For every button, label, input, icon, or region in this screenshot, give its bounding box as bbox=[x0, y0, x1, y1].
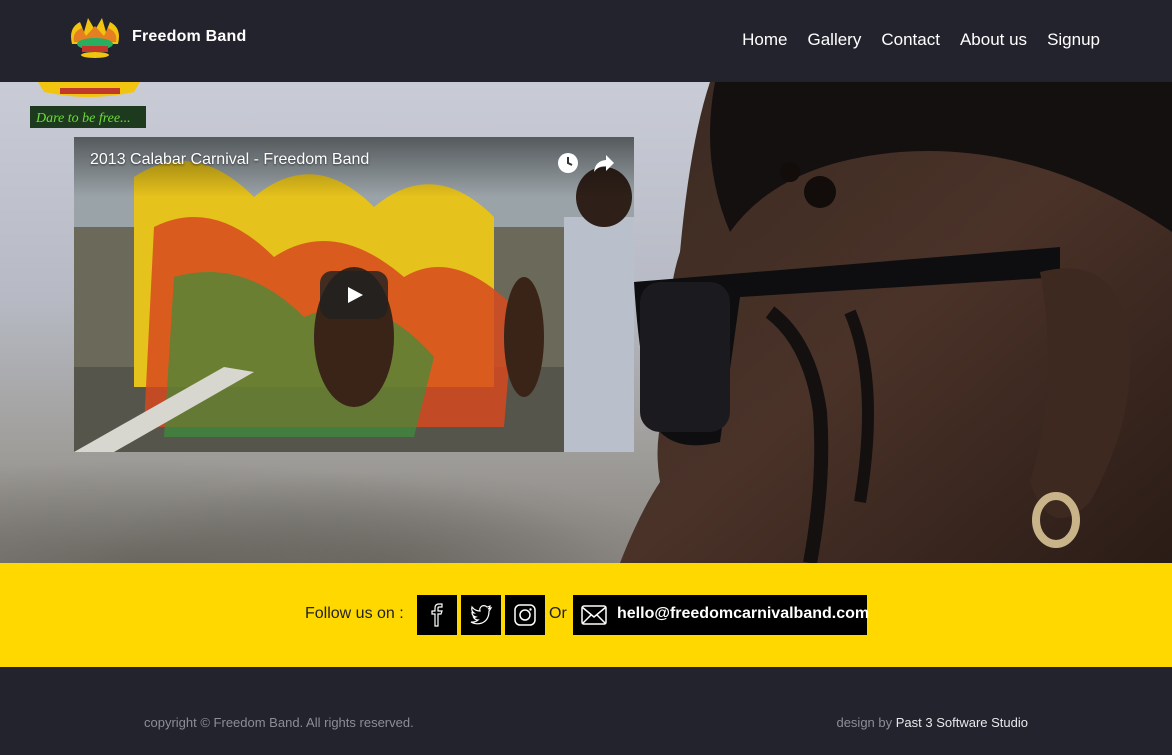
mail-icon bbox=[581, 605, 607, 625]
hero-background-trees bbox=[0, 443, 700, 563]
nav-gallery[interactable]: Gallery bbox=[808, 30, 862, 50]
nav-home[interactable]: Home bbox=[742, 30, 787, 50]
design-credit: design by Past 3 Software Studio bbox=[836, 715, 1028, 730]
social-bar: Follow us on : Or hello@freedomcarnivalb… bbox=[0, 563, 1172, 667]
instagram-button[interactable] bbox=[505, 595, 545, 635]
badge-tagline: Dare to be free... bbox=[35, 111, 131, 126]
site-footer: copyright © Freedom Band. All rights res… bbox=[0, 667, 1172, 755]
main-nav: Home Gallery Contact About us Signup bbox=[742, 30, 1100, 50]
facebook-button[interactable] bbox=[417, 595, 457, 635]
nav-contact[interactable]: Contact bbox=[881, 30, 940, 50]
or-label: Or bbox=[549, 605, 567, 622]
design-prefix: design by bbox=[836, 715, 893, 730]
site-header: Freedom Band Home Gallery Contact About … bbox=[0, 0, 1172, 82]
twitter-button[interactable] bbox=[461, 595, 501, 635]
freedom-band-logo[interactable] bbox=[64, 14, 126, 60]
video-title[interactable]: 2013 Calabar Carnival - Freedom Band bbox=[90, 151, 369, 169]
carnival-badge-logo: Dare to be free... bbox=[30, 82, 146, 128]
play-button[interactable] bbox=[320, 271, 388, 319]
nav-signup[interactable]: Signup bbox=[1047, 30, 1100, 50]
hero-portrait-image bbox=[620, 82, 1172, 563]
designer-link[interactable]: Past 3 Software Studio bbox=[896, 715, 1028, 730]
email-address: hello@freedomcarnivalband.com bbox=[617, 605, 870, 622]
share-icon[interactable] bbox=[592, 151, 616, 175]
follow-label: Follow us on : bbox=[305, 605, 404, 622]
instagram-icon bbox=[514, 604, 536, 626]
nav-about-us[interactable]: About us bbox=[960, 30, 1027, 50]
copyright-text: copyright © Freedom Band. All rights res… bbox=[144, 715, 414, 730]
email-button[interactable]: hello@freedomcarnivalband.com bbox=[573, 595, 870, 635]
brand-name[interactable]: Freedom Band bbox=[132, 28, 246, 46]
watch-later-icon[interactable] bbox=[556, 151, 580, 175]
video-player[interactable]: 2013 Calabar Carnival - Freedom Band bbox=[74, 137, 634, 452]
twitter-icon bbox=[470, 605, 493, 625]
facebook-icon bbox=[431, 603, 443, 627]
